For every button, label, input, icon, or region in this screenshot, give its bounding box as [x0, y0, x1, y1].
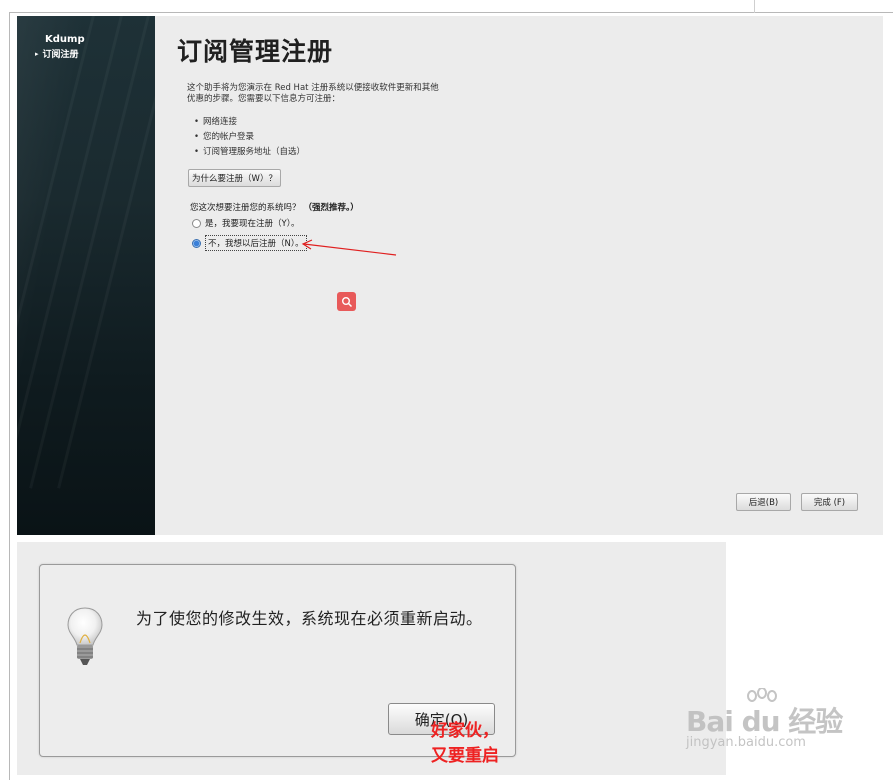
reboot-dialog-backdrop: 为了使您的修改生效，系统现在必须重新启动。 确定(O) 好家伙，又要重启	[17, 542, 726, 775]
firstboot-window: Kdump ▸ 订阅注册 订阅管理注册 这个助手将为您演示在 Red Hat 注…	[17, 16, 883, 535]
list-item: 订阅管理服务地址（自选）	[194, 145, 305, 160]
sidebar-item-label: 订阅注册	[42, 50, 79, 60]
radio-register-later[interactable]: 不，我想以后注册（N）。	[192, 235, 307, 251]
radio-register-now[interactable]: 是，我要现在注册（Y）。	[192, 217, 299, 229]
current-step-arrow-icon: ▸	[35, 49, 39, 58]
sidebar-item-kdump[interactable]: Kdump	[45, 34, 85, 45]
radio-label[interactable]: 是，我要现在注册（Y）。	[205, 217, 299, 229]
register-question: 您这次想要注册您的系统吗？ （强烈推荐。）	[190, 201, 359, 213]
search-badge-icon[interactable]	[337, 292, 356, 311]
sidebar: Kdump ▸ 订阅注册	[17, 16, 155, 535]
dialog-message: 为了使您的修改生效，系统现在必须重新启动。	[136, 609, 483, 628]
annotation-arrow-icon	[301, 239, 397, 256]
requirements-list: 网络连接 您的帐户登录 订阅管理服务地址（自选）	[194, 115, 305, 160]
intro-text: 这个助手将为您演示在 Red Hat 注册系统以便接收软件更新和其他优惠的步骤。…	[187, 83, 439, 104]
list-item: 网络连接	[194, 115, 305, 130]
radio-label[interactable]: 不，我想以后注册（N）。	[205, 235, 307, 251]
question-text: 您这次想要注册您的系统吗？	[190, 203, 301, 213]
finish-button[interactable]: 完成 (F)	[801, 493, 858, 511]
reboot-dialog: 为了使您的修改生效，系统现在必须重新启动。 确定(O) 好家伙，又要重启	[39, 564, 516, 766]
why-register-button[interactable]: 为什么要注册（W）？	[188, 169, 281, 187]
recommendation-text: （强烈推荐。）	[303, 203, 359, 213]
back-button[interactable]: 后退(B)	[736, 493, 791, 511]
main-content: 订阅管理注册 这个助手将为您演示在 Red Hat 注册系统以便接收软件更新和其…	[155, 16, 883, 535]
list-item: 您的帐户登录	[194, 130, 305, 145]
sidebar-item-subscription[interactable]: ▸ 订阅注册	[35, 47, 79, 61]
page-title: 订阅管理注册	[177, 37, 334, 66]
frame-tick	[754, 0, 755, 13]
watermark-brand: Bai du 经验	[686, 705, 843, 738]
annotation-text: 好家伙，又要重启	[431, 721, 499, 766]
lightbulb-icon	[67, 607, 103, 665]
watermark-url: jingyan.baidu.com	[686, 735, 806, 750]
baidu-watermark: Bai du 经验 jingyan.baidu.com	[686, 688, 856, 758]
radio-checked-icon[interactable]	[192, 238, 201, 248]
radio-unchecked-icon[interactable]	[192, 218, 201, 228]
